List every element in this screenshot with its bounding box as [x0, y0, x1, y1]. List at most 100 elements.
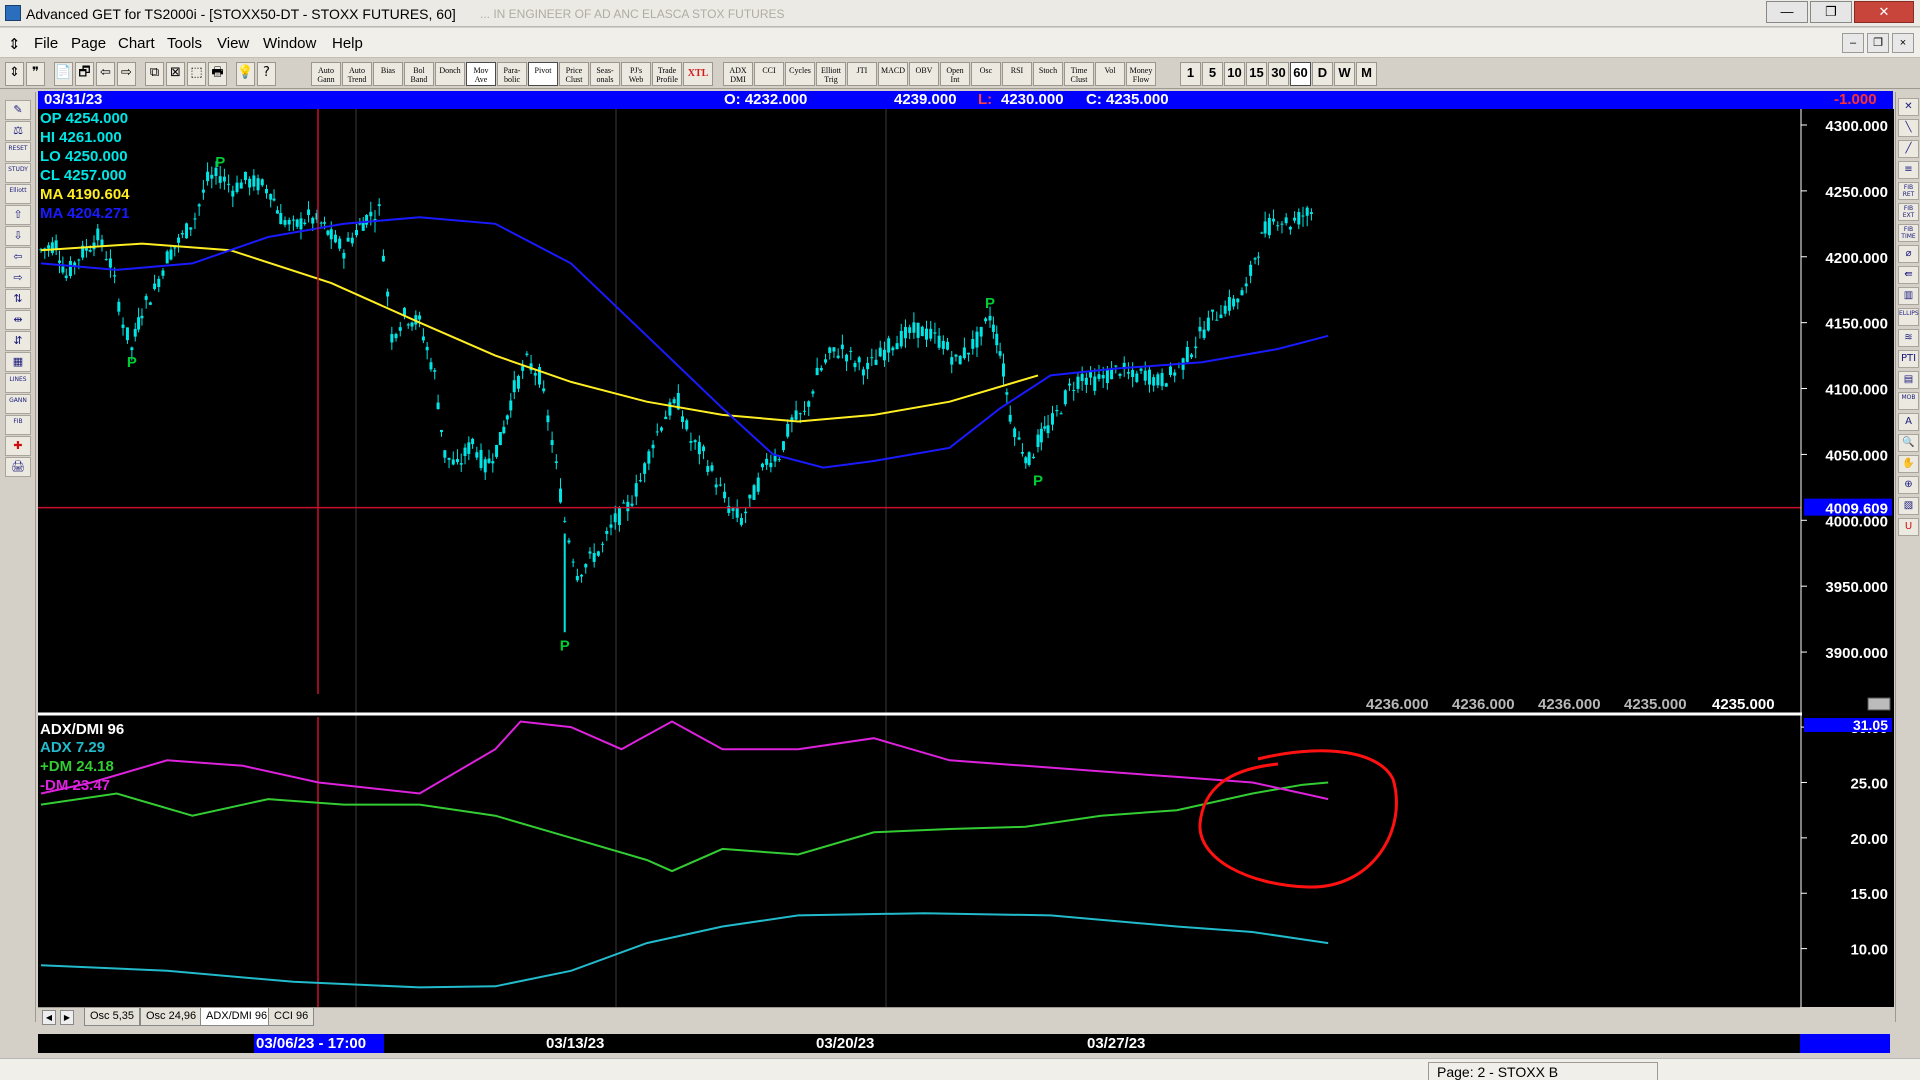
left-tool-5[interactable]: ⇧ — [5, 205, 31, 225]
right-tool-0[interactable]: ✕ — [1898, 98, 1919, 116]
right-tool-18[interactable]: ⊕ — [1898, 476, 1919, 494]
toolbar-icon-10[interactable]: 💡 — [236, 62, 255, 86]
toolbar-study-18[interactable]: MACD — [878, 62, 908, 86]
toolbar-study-24[interactable]: Time Clust — [1064, 62, 1094, 86]
menu-help[interactable]: Help — [332, 35, 363, 52]
left-tool-2[interactable]: RESET — [5, 142, 31, 162]
toolbar-study-7[interactable]: Pivot — [528, 62, 558, 86]
toolbar-study-6[interactable]: Para- bolic — [497, 62, 527, 86]
toolbar-study-3[interactable]: Bol Band — [404, 62, 434, 86]
toolbar-icon-0[interactable]: ⇕ — [5, 62, 24, 86]
right-tool-2[interactable]: ╱ — [1898, 140, 1919, 158]
left-tool-0[interactable]: ✎ — [5, 100, 31, 120]
right-tool-20[interactable]: U — [1898, 518, 1919, 536]
pane-resize-icon[interactable] — [1867, 697, 1891, 711]
toolbar-study-14[interactable]: CCI — [754, 62, 784, 86]
toolbar-icon-7[interactable]: ⊠ — [166, 62, 185, 86]
interval-60[interactable]: 60 — [1290, 62, 1311, 86]
left-tool-4[interactable]: Elliott — [5, 184, 31, 204]
right-tool-9[interactable]: ▥ — [1898, 287, 1919, 305]
mdi-minimize-button[interactable]: – — [1842, 33, 1864, 53]
right-tool-10[interactable]: ELLIPS — [1898, 308, 1919, 326]
right-tool-19[interactable]: ▧ — [1898, 497, 1919, 515]
toolbar-study-26[interactable]: Money Flow — [1126, 62, 1156, 86]
toolbar-study-9[interactable]: Seas- onals — [590, 62, 620, 86]
toolbar-study-12[interactable]: XTL — [683, 62, 713, 86]
toolbar-study-1[interactable]: Auto Trend — [342, 62, 372, 86]
menu-tools[interactable]: Tools — [167, 35, 202, 52]
right-tool-7[interactable]: ⌀ — [1898, 245, 1919, 263]
toolbar-study-17[interactable]: JTI — [847, 62, 877, 86]
right-tool-12[interactable]: PTI — [1898, 350, 1919, 368]
toolbar-study-10[interactable]: PJ's Web — [621, 62, 651, 86]
left-tool-6[interactable]: ⇩ — [5, 226, 31, 246]
right-tool-11[interactable]: ≋ — [1898, 329, 1919, 347]
toolbar-icon-6[interactable]: ⧉ — [145, 62, 164, 86]
toolbar-icon-3[interactable]: 🗗 — [75, 62, 94, 86]
right-tool-16[interactable]: 🔍 — [1898, 434, 1919, 452]
toolbar-study-8[interactable]: Price Clust — [559, 62, 589, 86]
pin-icon[interactable]: ⇕ — [8, 35, 21, 53]
toolbar-icon-9[interactable]: 🖶 — [208, 62, 227, 86]
restore-button[interactable]: ❐ — [1810, 1, 1852, 23]
interval-W[interactable]: W — [1334, 62, 1355, 86]
right-tool-14[interactable]: MOB — [1898, 392, 1919, 410]
tab-osc-5-35[interactable]: Osc 5,35 — [84, 1008, 141, 1026]
menu-chart[interactable]: Chart — [118, 35, 155, 52]
toolbar-study-20[interactable]: Open Int — [940, 62, 970, 86]
right-tool-4[interactable]: FIB RET — [1898, 182, 1919, 200]
toolbar-icon-2[interactable]: 📄 — [54, 62, 73, 86]
toolbar-study-15[interactable]: Cycles — [785, 62, 815, 86]
left-tool-13[interactable]: LINES — [5, 373, 31, 393]
menu-window[interactable]: Window — [263, 35, 316, 52]
toolbar-icon-8[interactable]: ⬚ — [187, 62, 206, 86]
toolbar-study-2[interactable]: Bias — [373, 62, 403, 86]
interval-5[interactable]: 5 — [1202, 62, 1223, 86]
interval-10[interactable]: 10 — [1224, 62, 1245, 86]
toolbar-study-21[interactable]: Osc — [971, 62, 1001, 86]
toolbar-study-25[interactable]: Vol — [1095, 62, 1125, 86]
right-tool-5[interactable]: FIB EXT — [1898, 203, 1919, 221]
tab-prev-icon[interactable]: ◀ — [42, 1010, 56, 1025]
menu-file[interactable]: File — [34, 35, 58, 52]
tab-next-icon[interactable]: ▶ — [60, 1010, 74, 1025]
right-tool-13[interactable]: ▤ — [1898, 371, 1919, 389]
tab-osc-24-96[interactable]: Osc 24,96 — [140, 1008, 203, 1026]
left-tool-12[interactable]: ▦ — [5, 352, 31, 372]
interval-15[interactable]: 15 — [1246, 62, 1267, 86]
mdi-close-button[interactable]: × — [1892, 33, 1914, 53]
left-tool-10[interactable]: ⇹ — [5, 310, 31, 330]
toolbar-study-23[interactable]: Stoch — [1033, 62, 1063, 86]
tab-adx-dmi-96[interactable]: ADX/DMI 96 — [200, 1008, 274, 1026]
toolbar-study-13[interactable]: ADX DMI — [723, 62, 753, 86]
toolbar-study-4[interactable]: Donch — [435, 62, 465, 86]
left-tool-14[interactable]: GANN — [5, 394, 31, 414]
left-tool-16[interactable]: ✚ — [5, 436, 31, 456]
interval-1[interactable]: 1 — [1180, 62, 1201, 86]
interval-30[interactable]: 30 — [1268, 62, 1289, 86]
toolbar-study-11[interactable]: Trade Profile — [652, 62, 682, 86]
close-button[interactable]: ✕ — [1854, 1, 1914, 23]
mdi-restore-button[interactable]: ❐ — [1867, 33, 1889, 53]
menu-view[interactable]: View — [217, 35, 249, 52]
right-tool-3[interactable]: ≡ — [1898, 161, 1919, 179]
toolbar-study-19[interactable]: OBV — [909, 62, 939, 86]
toolbar-study-16[interactable]: Elliott Trig — [816, 62, 846, 86]
toolbar-icon-5[interactable]: ⇨ — [117, 62, 136, 86]
left-tool-17[interactable]: 🖨 — [5, 457, 31, 477]
right-tool-6[interactable]: FIB TIME — [1898, 224, 1919, 242]
right-tool-15[interactable]: A — [1898, 413, 1919, 431]
minimize-button[interactable]: — — [1766, 1, 1808, 23]
left-tool-15[interactable]: FIB — [5, 415, 31, 435]
menu-page[interactable]: Page — [71, 35, 106, 52]
left-tool-1[interactable]: ⚖ — [5, 121, 31, 141]
left-tool-3[interactable]: STUDY — [5, 163, 31, 183]
toolbar-study-0[interactable]: Auto Gann — [311, 62, 341, 86]
interval-M[interactable]: M — [1356, 62, 1377, 86]
right-tool-17[interactable]: ✋ — [1898, 455, 1919, 473]
tab-cci-96[interactable]: CCI 96 — [268, 1008, 315, 1026]
chart-area[interactable]: P P P P P 4300.000 4250.000 4200.000 4150.000 41… — [38, 109, 1894, 1007]
toolbar-study-22[interactable]: RSI — [1002, 62, 1032, 86]
left-tool-7[interactable]: ⇦ — [5, 247, 31, 267]
left-tool-11[interactable]: ⇵ — [5, 331, 31, 351]
